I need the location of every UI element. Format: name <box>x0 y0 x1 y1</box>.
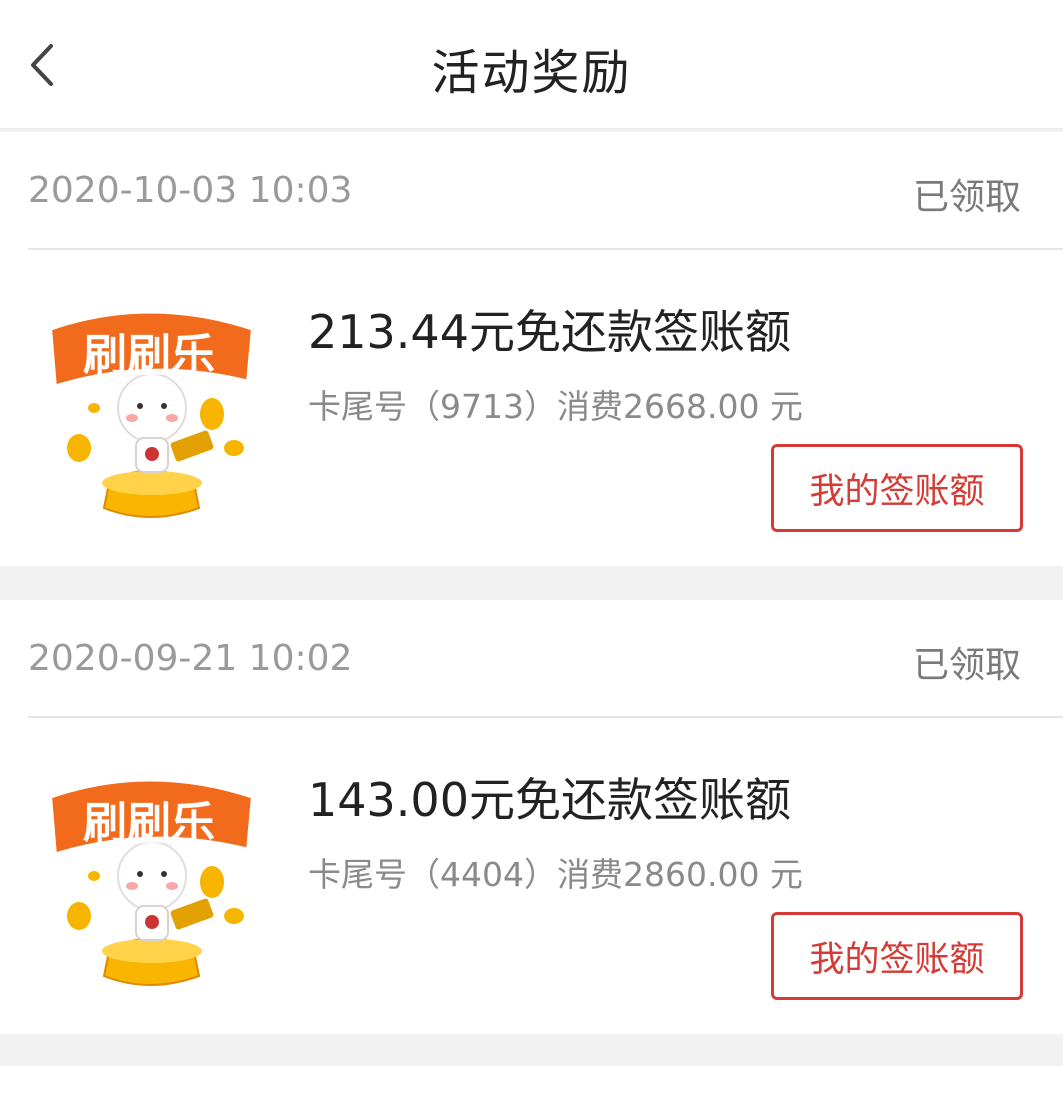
reward-status: 已领取 <box>912 645 1021 686</box>
reward-detail: 卡尾号（4404）消费2860.00 元 <box>308 855 803 894</box>
reward-title: 213.44元免还款签账额 <box>308 305 791 359</box>
my-credit-button[interactable]: 我的签账额 <box>771 912 1023 1000</box>
reward-status: 已领取 <box>912 177 1021 218</box>
shuashuale-mascot-icon: 刷刷乐 <box>45 307 258 518</box>
reward-date: 2020-09-21 10:02 <box>28 638 353 679</box>
reward-card-body: 刷刷乐 143.00元免还款签账额 卡尾号（4404）消费2860.00 元 我… <box>0 718 1063 1034</box>
svg-text:刷刷乐: 刷刷乐 <box>83 798 215 849</box>
next-card-edge <box>0 1066 1063 1098</box>
reward-card: 2020-10-03 10:03 已领取 刷刷乐 213.44元免还款签账额 卡… <box>0 132 1063 566</box>
page-title: 活动奖励 <box>431 45 632 101</box>
reward-card-header: 2020-10-03 10:03 已领取 <box>28 132 1063 250</box>
header-bar: 活动奖励 <box>0 0 1063 130</box>
reward-card-body: 刷刷乐 213.44元免还款签账额 卡尾号（9713）消费2668.00 元 我… <box>0 250 1063 566</box>
reward-detail: 卡尾号（9713）消费2668.00 元 <box>308 387 803 426</box>
reward-date: 2020-10-03 10:03 <box>28 170 353 211</box>
reward-card: 2020-09-21 10:02 已领取 刷刷乐 143.00元免还款签账额 卡… <box>0 600 1063 1034</box>
svg-text:刷刷乐: 刷刷乐 <box>83 330 215 381</box>
my-credit-button[interactable]: 我的签账额 <box>771 444 1023 532</box>
reward-title: 143.00元免还款签账额 <box>308 773 791 827</box>
reward-card-header: 2020-09-21 10:02 已领取 <box>28 600 1063 718</box>
shuashuale-mascot-icon: 刷刷乐 <box>45 775 258 986</box>
